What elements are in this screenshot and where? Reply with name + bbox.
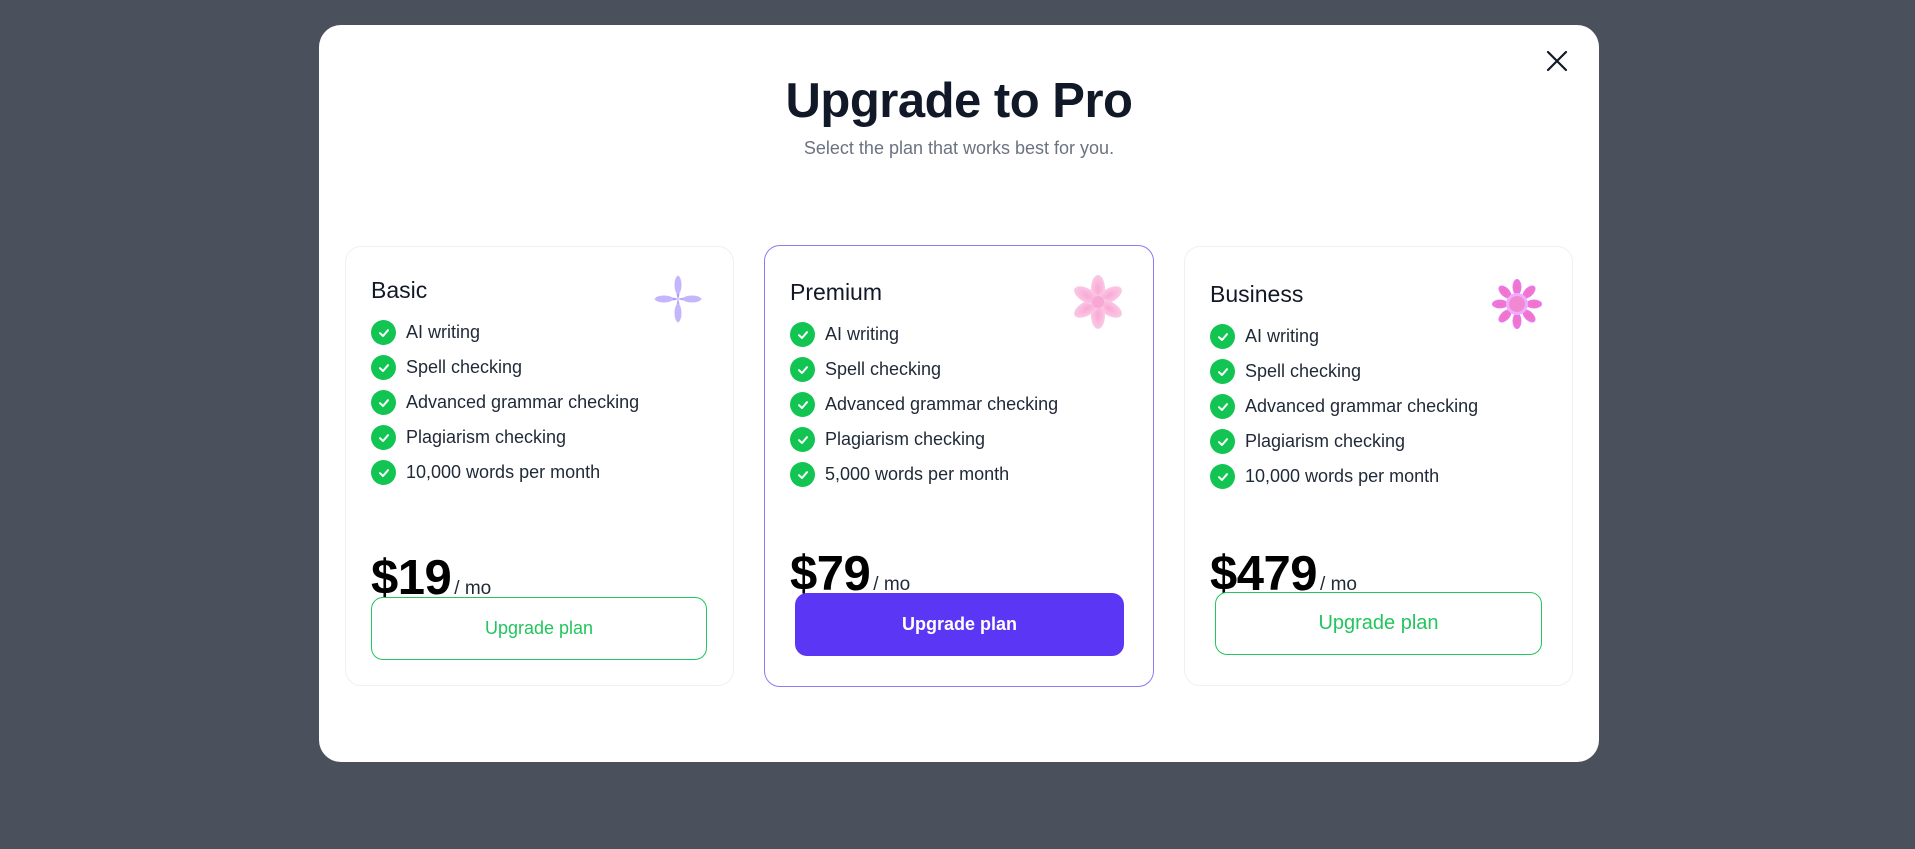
- check-icon: [371, 425, 396, 450]
- check-icon: [790, 427, 815, 452]
- check-icon: [1210, 394, 1235, 419]
- plan-name: Basic: [371, 277, 428, 303]
- feature-label: Spell checking: [406, 357, 523, 377]
- feature-list: AI writing Spell checking Advanced gramm…: [371, 315, 639, 490]
- feature-label: Plagiarism checking: [825, 429, 986, 449]
- plan-card-business: Business AI writing Spell checking Advan…: [1184, 246, 1573, 686]
- feature-item: Advanced grammar checking: [371, 385, 639, 420]
- sparkle-star-icon: [653, 274, 703, 324]
- feature-item: AI writing: [371, 315, 639, 350]
- sun-flower-icon: [1492, 279, 1542, 329]
- feature-label: Advanced grammar checking: [825, 394, 1059, 414]
- pink-flower-icon: [1074, 275, 1122, 329]
- plan-card-basic: Basic AI writing Spell checking Advanced…: [345, 246, 734, 686]
- feature-item: Plagiarism checking: [371, 420, 639, 455]
- check-icon: [790, 357, 815, 382]
- feature-label: Spell checking: [825, 359, 942, 379]
- upgrade-plan-button-premium[interactable]: Upgrade plan: [795, 593, 1124, 656]
- upgrade-modal: Upgrade to Pro Select the plan that work…: [319, 25, 1599, 762]
- modal-subtitle: Select the plan that works best for you.: [803, 138, 1115, 158]
- check-icon: [1210, 429, 1235, 454]
- feature-label: 10,000 words per month: [406, 462, 601, 482]
- feature-item: AI writing: [1210, 319, 1478, 354]
- feature-label: Plagiarism checking: [1245, 431, 1406, 451]
- check-icon: [371, 460, 396, 485]
- feature-item: 5,000 words per month: [790, 457, 1058, 492]
- close-icon: [1546, 50, 1568, 72]
- check-icon: [790, 322, 815, 347]
- feature-item: Spell checking: [371, 350, 639, 385]
- feature-label: 10,000 words per month: [1245, 466, 1440, 486]
- feature-label: Advanced grammar checking: [1245, 396, 1479, 416]
- check-icon: [790, 392, 815, 417]
- feature-label: Plagiarism checking: [406, 427, 567, 447]
- feature-item: AI writing: [790, 317, 1058, 352]
- modal-title: Upgrade to Pro: [785, 74, 1133, 128]
- upgrade-plan-button-basic[interactable]: Upgrade plan: [371, 597, 707, 660]
- feature-item: Spell checking: [790, 352, 1058, 387]
- upgrade-plan-button-business[interactable]: Upgrade plan: [1215, 592, 1542, 655]
- close-button[interactable]: [1543, 47, 1571, 75]
- check-icon: [790, 462, 815, 487]
- check-icon: [371, 320, 396, 345]
- feature-label: AI writing: [1245, 326, 1320, 346]
- check-icon: [1210, 324, 1235, 349]
- check-icon: [371, 355, 396, 380]
- check-icon: [1210, 359, 1235, 384]
- check-icon: [1210, 464, 1235, 489]
- plan-card-premium: Premium AI writing Spell checking Advanc…: [764, 245, 1154, 687]
- feature-label: 5,000 words per month: [825, 464, 1010, 484]
- check-icon: [371, 390, 396, 415]
- feature-label: Advanced grammar checking: [406, 392, 640, 412]
- feature-label: Spell checking: [1245, 361, 1362, 381]
- feature-item: Advanced grammar checking: [1210, 389, 1478, 424]
- feature-item: Plagiarism checking: [1210, 424, 1478, 459]
- plan-name: Business: [1210, 281, 1304, 307]
- feature-label: AI writing: [406, 322, 481, 342]
- feature-label: AI writing: [825, 324, 900, 344]
- feature-list: AI writing Spell checking Advanced gramm…: [1210, 319, 1478, 494]
- feature-item: 10,000 words per month: [1210, 459, 1478, 494]
- feature-item: Spell checking: [1210, 354, 1478, 389]
- feature-item: Advanced grammar checking: [790, 387, 1058, 422]
- feature-item: 10,000 words per month: [371, 455, 639, 490]
- feature-item: Plagiarism checking: [790, 422, 1058, 457]
- feature-list: AI writing Spell checking Advanced gramm…: [790, 317, 1058, 492]
- plan-name: Premium: [790, 279, 883, 305]
